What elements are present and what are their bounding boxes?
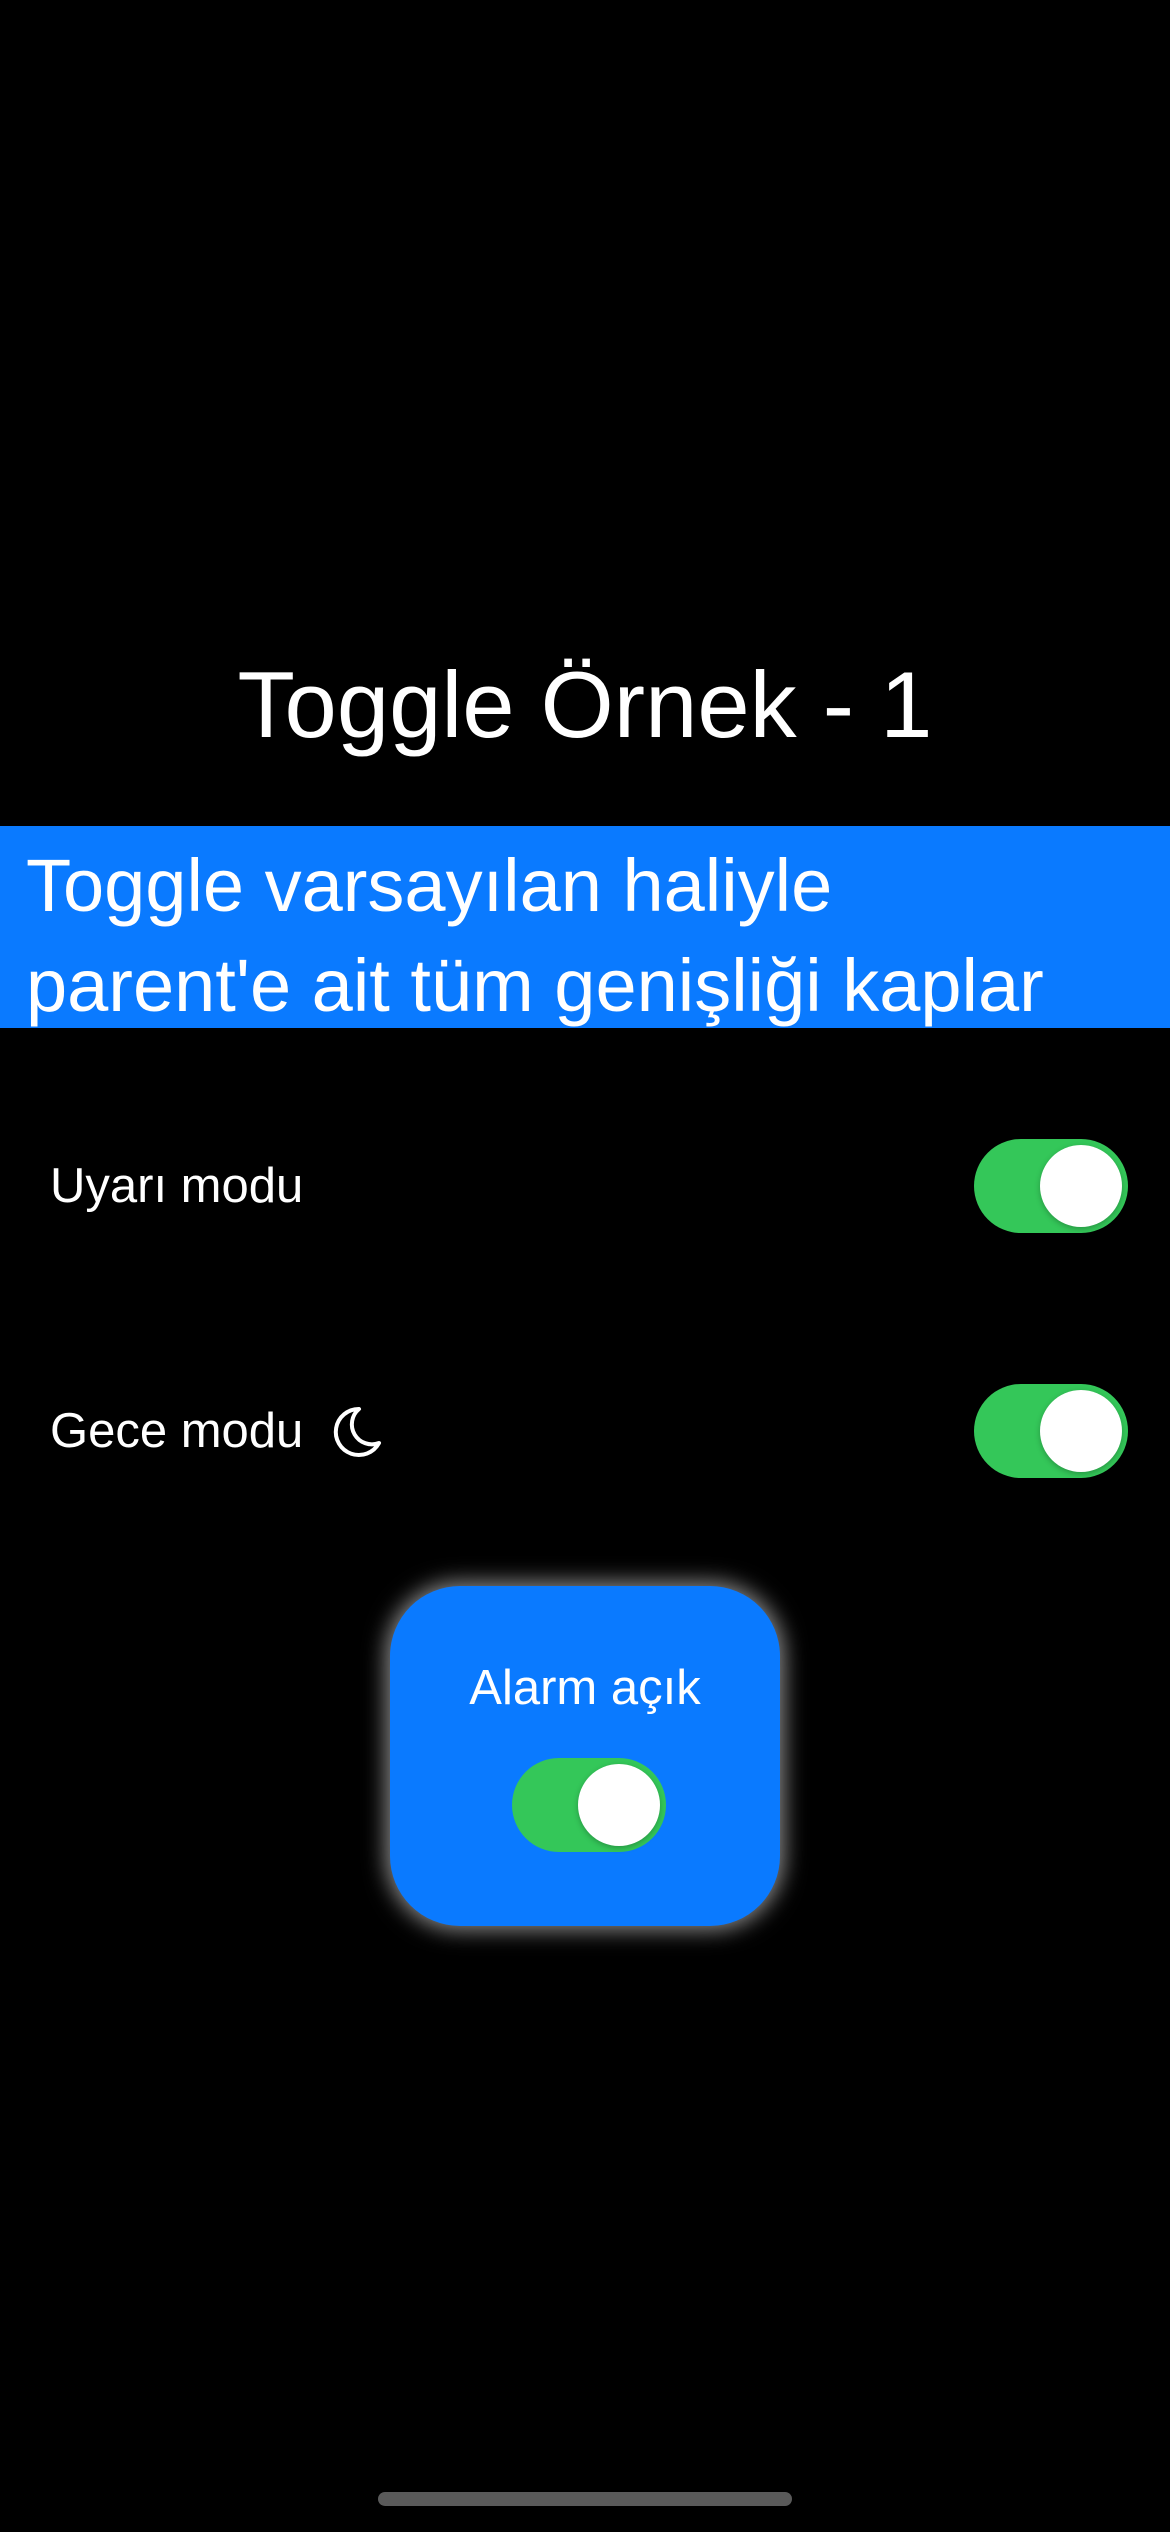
banner-text-line-2: parent'e ait tüm genişliği kaplar bbox=[26, 944, 1044, 1027]
warning-mode-toggle[interactable] bbox=[974, 1139, 1128, 1233]
info-banner: Toggle varsayılan haliyle parent'e ait t… bbox=[0, 826, 1170, 1028]
warning-mode-label: Uyarı modu bbox=[50, 1159, 304, 1213]
toggle-knob bbox=[578, 1764, 660, 1846]
alarm-toggle[interactable] bbox=[512, 1758, 666, 1852]
night-mode-toggle[interactable] bbox=[974, 1384, 1128, 1478]
setting-label-warning-mode: Uyarı modu bbox=[50, 1136, 303, 1236]
page-title: Toggle Örnek - 1 bbox=[237, 652, 933, 757]
alarm-label: Alarm açık bbox=[469, 1661, 701, 1715]
night-mode-label: Gece modu bbox=[50, 1404, 304, 1458]
setting-row-night-mode: Gece modu bbox=[0, 1381, 1170, 1481]
home-indicator[interactable] bbox=[378, 2492, 792, 2506]
setting-label-night-mode: Gece modu bbox=[50, 1381, 385, 1481]
toggle-knob bbox=[1040, 1145, 1122, 1227]
alarm-card: Alarm açık bbox=[390, 1586, 780, 1926]
banner-text-line-1: Toggle varsayılan haliyle bbox=[26, 844, 833, 927]
moon-icon bbox=[334, 1406, 382, 1457]
toggle-knob bbox=[1040, 1390, 1122, 1472]
setting-row-warning-mode: Uyarı modu bbox=[0, 1136, 1170, 1236]
